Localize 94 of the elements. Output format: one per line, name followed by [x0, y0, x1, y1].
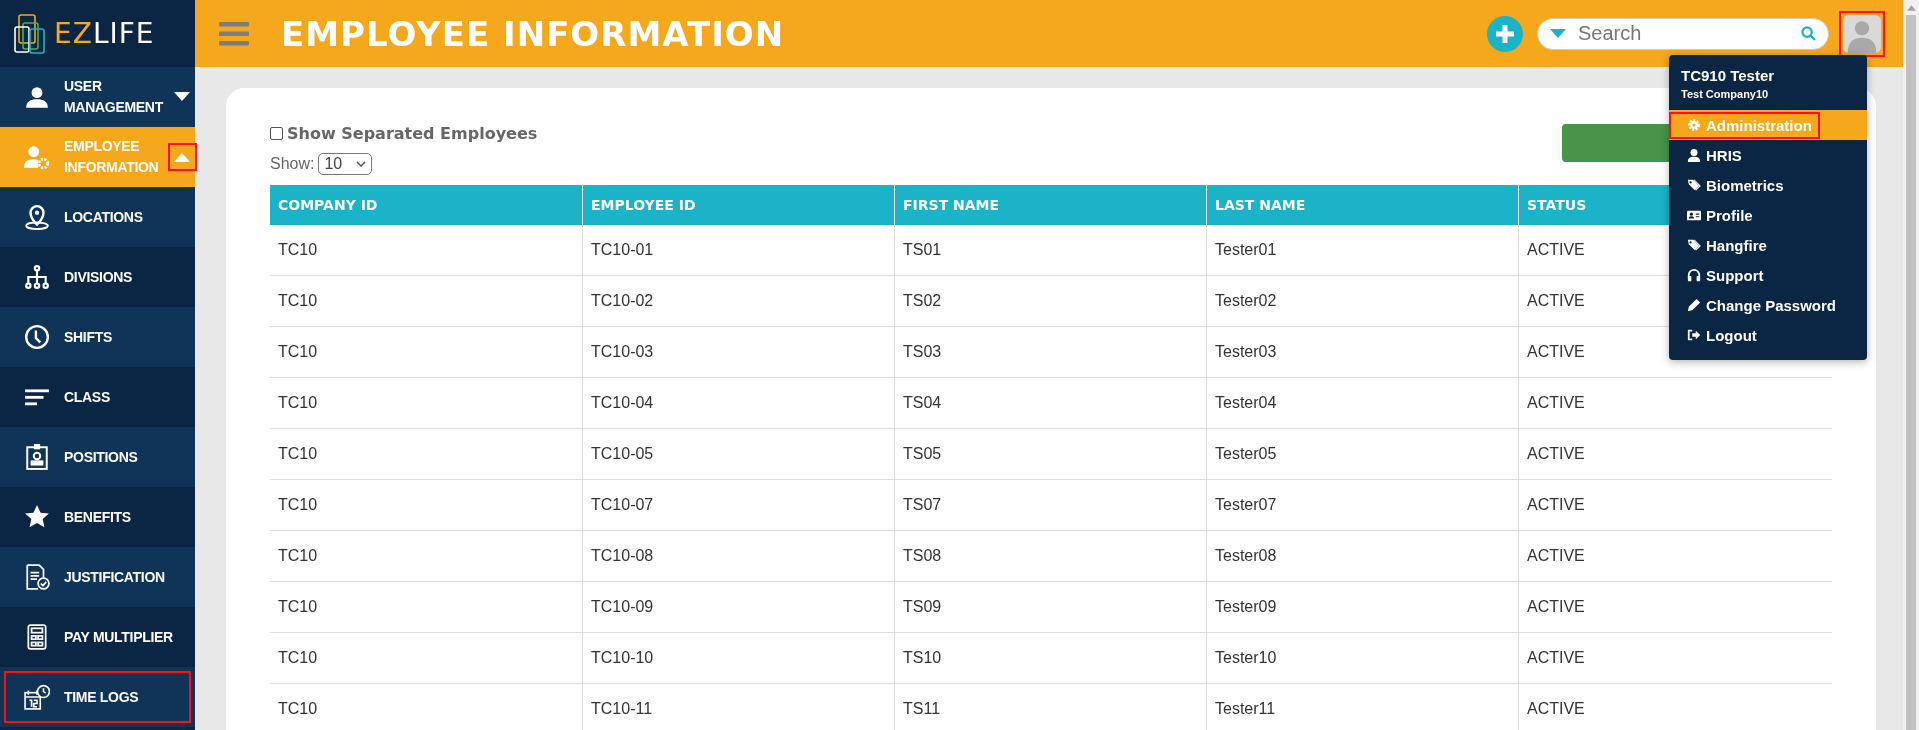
search-field[interactable]: Search [1576, 21, 1791, 46]
search-icon[interactable] [1801, 26, 1816, 41]
table-cell: ACTIVE [1518, 582, 1830, 632]
table-cell: ACTIVE [1518, 480, 1830, 530]
table-cell: ACTIVE [1518, 684, 1830, 730]
table-cell: Tester04 [1206, 378, 1518, 428]
table-cell: Tester07 [1206, 480, 1518, 530]
page-size-label: Show: [270, 155, 315, 173]
table-cell: TC10-08 [582, 531, 894, 581]
table-cell: ACTIVE [1518, 429, 1830, 479]
table-cell: Tester09 [1206, 582, 1518, 632]
menu-item[interactable]: Profile [1671, 203, 1759, 227]
table-cell-text: TC10 [277, 393, 319, 413]
sidebar-item[interactable]: SHIFTS [0, 307, 195, 367]
sidebar-item[interactable]: POSITIONS [0, 427, 195, 487]
table-cell: TC10-01 [582, 225, 894, 275]
table-cell: Tester11 [1206, 684, 1518, 730]
checkbox[interactable] [270, 127, 283, 140]
menu-icon[interactable] [219, 21, 249, 46]
table-cell: TC10-02 [582, 276, 894, 326]
sidebar-item[interactable]: TIME LOGS [0, 667, 195, 727]
sidebar-item[interactable]: LOCATIONS [0, 187, 195, 247]
table-cell: ACTIVE [1518, 633, 1830, 683]
user-icon [24, 84, 50, 110]
table-cell: ACTIVE [1518, 531, 1830, 581]
location-pin-icon [24, 204, 50, 230]
avatar[interactable] [1843, 14, 1881, 53]
arrow-up-icon[interactable] [1906, 5, 1916, 11]
table-cell: TS01 [894, 225, 1206, 275]
scrollbar[interactable] [1903, 0, 1919, 730]
table-cell-text: TC10 [277, 240, 319, 260]
table-cell: TC10-11 [582, 684, 894, 730]
headset-icon [1687, 268, 1701, 282]
table-cell: Tester10 [1206, 633, 1518, 683]
table-cell: Tester01 [1206, 225, 1518, 275]
table-cell: ACTIVE [1518, 378, 1830, 428]
clock-icon [24, 324, 50, 350]
hierarchy-icon [24, 264, 50, 290]
checkbox-label: Show Separated Employees [287, 124, 538, 143]
table-cell: TS03 [894, 327, 1206, 377]
table-cell: TS10 [894, 633, 1206, 683]
table-cell-text: TC10 [277, 597, 319, 617]
caret-icon[interactable] [174, 92, 191, 102]
user-name: TC910 Tester [1680, 67, 1776, 84]
table-cell-text: TC10 [277, 648, 319, 668]
user-gear-icon [24, 144, 50, 170]
logo-text: EZLIFE [54, 17, 155, 50]
tags-icon [1687, 238, 1701, 252]
table-cell-text: TC10 [277, 495, 319, 515]
add-button[interactable] [1487, 15, 1523, 52]
table-cell-text: TC10 [277, 444, 319, 464]
table-cell: TS09 [894, 582, 1206, 632]
settings-icon [1687, 118, 1701, 132]
table-cell-text: TC10 [277, 291, 319, 311]
table-cell-text: TC10 [277, 699, 319, 719]
table-cell: TS02 [894, 276, 1206, 326]
table-cell: TS07 [894, 480, 1206, 530]
table-cell: Tester03 [1206, 327, 1518, 377]
table-cell: Tester05 [1206, 429, 1518, 479]
table-cell: TS08 [894, 531, 1206, 581]
calculator-icon [24, 624, 50, 650]
table-cell: TS05 [894, 429, 1206, 479]
document-check-icon [24, 564, 50, 590]
id-card-icon [1687, 208, 1701, 222]
table-cell: TC10-03 [582, 327, 894, 377]
sidebar-item[interactable]: USER MANAGEMENT [0, 67, 195, 127]
table-cell: TS04 [894, 378, 1206, 428]
calendar-clock-icon [24, 684, 50, 710]
page-title: EMPLOYEE INFORMATION [281, 13, 785, 54]
pencil-icon [1687, 298, 1701, 312]
table-cell: Tester08 [1206, 531, 1518, 581]
table-cell-text: TC10 [277, 546, 319, 566]
table-cell: TC10-10 [582, 633, 894, 683]
logout-icon [1687, 328, 1701, 342]
page-size-select[interactable]: 10 [318, 153, 373, 175]
table-cell: Tester02 [1206, 276, 1518, 326]
person-icon [1687, 148, 1701, 162]
table-cell: TC10-07 [582, 480, 894, 530]
menu-item[interactable]: Hangfire [1671, 233, 1773, 257]
chevron-icon [356, 161, 367, 167]
table-cell-text: TC10 [277, 342, 319, 362]
table-cell: TC10-09 [582, 582, 894, 632]
table-cell: TS11 [894, 684, 1206, 730]
tags-icon [1687, 178, 1701, 192]
id-badge-icon [24, 444, 50, 470]
star-icon [24, 504, 50, 530]
search-bar[interactable]: Search [1537, 17, 1829, 50]
logo-icon [14, 12, 48, 55]
table-cell: TC10-05 [582, 429, 894, 479]
table-cell: TC10-04 [582, 378, 894, 428]
company-name: Test Company10 [1680, 87, 1770, 100]
menu-item[interactable]: Biometrics [1671, 173, 1790, 197]
menu-item[interactable]: HRIS [1671, 143, 1748, 167]
sidebar-item[interactable]: JUSTIFICATION [0, 547, 195, 607]
